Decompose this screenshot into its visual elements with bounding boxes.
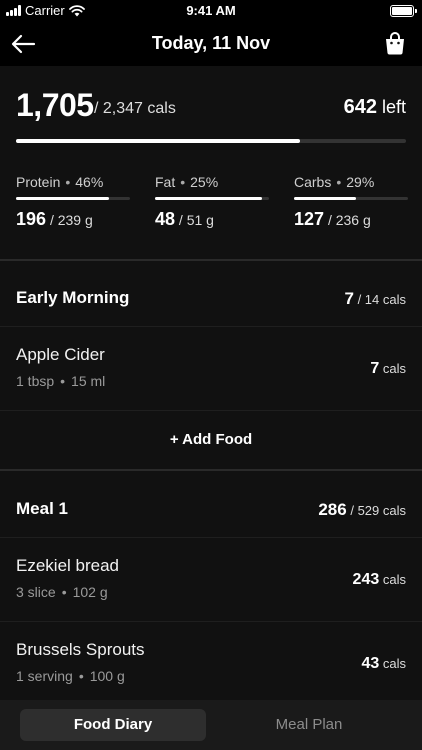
- meal-name: Meal 1: [16, 499, 68, 518]
- macro-percent: 46%: [75, 174, 104, 190]
- food-name: Ezekiel bread: [16, 556, 120, 575]
- nav-bar: Today, 11 Nov: [0, 22, 422, 66]
- macro-goal: / 239 g: [49, 212, 93, 228]
- meal-header-meal-1[interactable]: Meal 1 286 / 529 cals: [0, 479, 422, 543]
- macro-value: 48: [155, 209, 176, 229]
- tab-food-diary[interactable]: Food Diary: [20, 709, 206, 741]
- food-name: Brussels Sprouts: [16, 640, 145, 659]
- calories-left: 642 left: [344, 96, 406, 119]
- status-time: 9:41 AM: [186, 3, 236, 18]
- calorie-progress-bar: [16, 139, 406, 143]
- section-divider: [0, 469, 422, 471]
- food-calories: 43 cals: [361, 655, 406, 672]
- macro-progress-fill: [16, 197, 110, 200]
- macro-progress-bar: [155, 197, 269, 200]
- battery-icon: [390, 5, 417, 17]
- macro-goal: / 51 g: [178, 212, 214, 228]
- tab-bar: Food Diary Meal Plan: [0, 700, 422, 750]
- macro-progress-bar: [16, 197, 130, 200]
- section-divider: [0, 259, 422, 261]
- meal-name: Early Morning: [16, 288, 130, 307]
- macro-percent: 29%: [346, 174, 375, 190]
- calories-left-label: left: [381, 97, 406, 117]
- macro-protein: Protein • 46% 196 / 239 g: [16, 174, 130, 230]
- calories-eaten: 1,705: [16, 87, 94, 123]
- meal-calories: 7 / 14 cals: [344, 289, 406, 308]
- food-name: Apple Cider: [16, 345, 105, 364]
- macro-progress-bar: [294, 197, 408, 200]
- macro-fat: Fat • 25% 48 / 51 g: [155, 174, 269, 230]
- calories-goal: / 2,347 cals: [94, 100, 176, 117]
- macro-percent: 25%: [190, 174, 219, 190]
- add-food-button[interactable]: + Add Food: [0, 411, 422, 469]
- page-title: Today, 11 Nov: [151, 33, 271, 53]
- calories-left-value: 642: [343, 96, 377, 118]
- macro-carbs: Carbs • 29% 127 / 236 g: [294, 174, 408, 230]
- calorie-summary: 1,705 / 2,347 cals 642 left Protein • 46% …: [0, 66, 422, 260]
- food-calories: 243 cals: [352, 571, 406, 588]
- macro-value: 196: [16, 209, 47, 229]
- food-row-ezekiel-bread[interactable]: Ezekiel bread 3 slice • 102 g 243 cals: [0, 538, 422, 622]
- status-bar: Carrier 9:41 AM: [0, 0, 422, 22]
- calorie-progress-fill: [16, 139, 300, 143]
- shopping-bag-icon[interactable]: [384, 31, 406, 55]
- food-detail: 1 serving • 100 g: [16, 668, 125, 684]
- meal-calories: 286 / 529 cals: [318, 500, 406, 519]
- food-calories: 7 cals: [370, 360, 406, 377]
- macro-name: Protein: [16, 174, 61, 190]
- macro-name: Fat: [155, 174, 176, 190]
- macro-value: 127: [294, 209, 325, 229]
- food-row-apple-cider[interactable]: Apple Cider 1 tbsp • 15 ml 7 cals: [0, 327, 422, 411]
- food-detail: 1 tbsp • 15 ml: [16, 373, 106, 389]
- food-detail: 3 slice • 102 g: [16, 584, 108, 600]
- macro-goal: / 236 g: [327, 212, 371, 228]
- tab-meal-plan[interactable]: Meal Plan: [216, 709, 402, 741]
- food-row-brussels-sprouts[interactable]: Brussels Sprouts 1 serving • 100 g 43 cals: [0, 622, 422, 706]
- meal-header-early-morning[interactable]: Early Morning 7 / 14 cals: [0, 268, 422, 332]
- macro-progress-fill: [155, 197, 263, 200]
- macro-progress-fill: [294, 197, 356, 200]
- macro-name: Carbs: [294, 174, 332, 190]
